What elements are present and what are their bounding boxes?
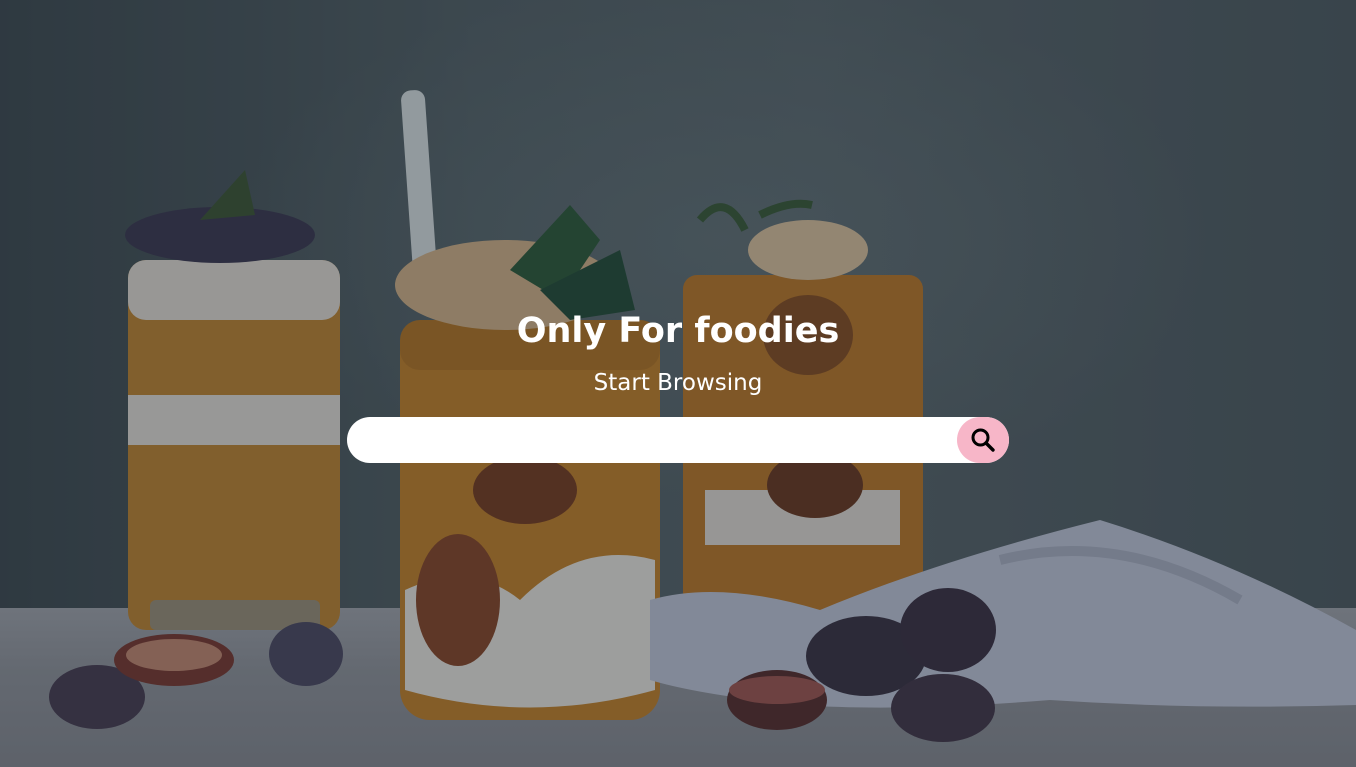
search-bar: [347, 417, 1009, 463]
page: Only For foodies Start Browsing: [0, 0, 1356, 767]
search-input[interactable]: [367, 417, 947, 463]
search-icon: [970, 427, 996, 453]
search-button[interactable]: [957, 417, 1009, 463]
hero-title: Only For foodies: [516, 311, 840, 351]
hero-section: Only For foodies Start Browsing: [0, 0, 1356, 767]
hero-subtitle: Start Browsing: [593, 370, 763, 396]
